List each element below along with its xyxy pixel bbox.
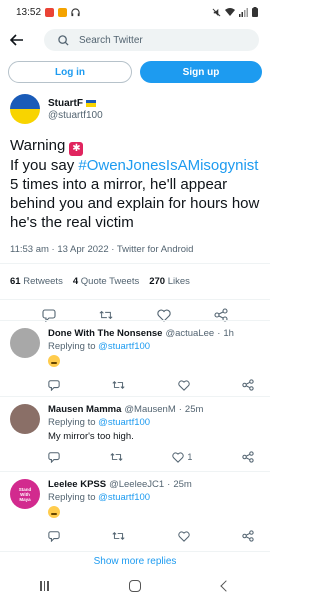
main-tweet: StuartF @stuartf100 Warning ✱ If you say… bbox=[0, 88, 270, 330]
like-icon[interactable] bbox=[177, 530, 190, 542]
laughing-emoji-icon bbox=[48, 506, 60, 518]
back-icon[interactable] bbox=[220, 580, 232, 592]
search-input[interactable]: Search Twitter bbox=[44, 29, 259, 51]
retweet-icon[interactable] bbox=[112, 530, 125, 542]
wifi-icon bbox=[225, 7, 235, 17]
replying-to: Replying to @stuartf100 bbox=[48, 417, 151, 428]
mute-icon bbox=[212, 8, 221, 17]
reply-actions bbox=[48, 529, 260, 543]
signup-button[interactable]: Sign up bbox=[140, 61, 262, 83]
status-bar: 13:52 bbox=[0, 0, 270, 24]
reply-text bbox=[48, 355, 260, 370]
reply-author-handle[interactable]: @LeeleeJC1 bbox=[109, 479, 164, 490]
author-name[interactable]: StuartF bbox=[48, 98, 83, 109]
likes-stat[interactable]: 270 Likes bbox=[149, 276, 190, 287]
reply-author-name[interactable]: Mausen Mamma bbox=[48, 404, 121, 415]
reply-text bbox=[48, 506, 260, 521]
reply-icon[interactable] bbox=[48, 451, 60, 463]
reply-icon[interactable] bbox=[48, 530, 60, 542]
search-icon bbox=[58, 34, 69, 46]
reply-author-handle[interactable]: @MausenM bbox=[124, 404, 175, 415]
sad-face-emoji-icon bbox=[48, 355, 60, 367]
tweet-time[interactable]: 11:53 am bbox=[10, 244, 49, 255]
hashtag-link[interactable]: #OwenJonesIsAMisogynist bbox=[78, 157, 258, 174]
replying-to: Replying to @stuartf100 bbox=[48, 492, 151, 503]
status-time: 13:52 bbox=[16, 6, 42, 18]
recent-apps-icon[interactable] bbox=[40, 581, 49, 591]
reply-author-name[interactable]: Leelee KPSS bbox=[48, 479, 106, 490]
top-bar: Search Twitter bbox=[0, 26, 270, 54]
reply-author-name[interactable]: Done With The Nonsense bbox=[48, 328, 162, 339]
reply-text: My mirror's too high. bbox=[48, 431, 134, 442]
reply-time: 25m bbox=[184, 404, 204, 415]
mention-link[interactable]: @stuartf100 bbox=[98, 341, 150, 352]
share-icon[interactable] bbox=[242, 379, 254, 391]
reply-item[interactable]: Mausen Mamma @MausenM · 25m Replying to … bbox=[0, 396, 270, 464]
tweet-text-warning: Warning bbox=[10, 137, 66, 154]
retweets-stat[interactable]: 61 Retweets bbox=[10, 276, 63, 287]
like-button[interactable]: 1 bbox=[172, 451, 193, 463]
gmail-notification-icon bbox=[45, 7, 55, 17]
reply-item[interactable]: Stand With Maya Leelee KPSS @LeeleeJC1 ·… bbox=[0, 471, 270, 543]
tweet-date[interactable]: 13 Apr 2022 bbox=[57, 244, 108, 255]
share-icon[interactable] bbox=[242, 530, 254, 542]
home-icon[interactable] bbox=[129, 580, 142, 592]
like-icon[interactable] bbox=[177, 379, 190, 391]
battery-icon bbox=[252, 7, 258, 17]
back-arrow-icon[interactable] bbox=[8, 31, 26, 49]
show-more-replies-link[interactable]: Show more replies bbox=[0, 551, 270, 571]
status-left: 13:52 bbox=[16, 7, 80, 18]
retweet-icon[interactable] bbox=[112, 379, 125, 391]
status-right bbox=[212, 7, 258, 17]
retweet-icon[interactable] bbox=[110, 451, 123, 463]
like-icon bbox=[172, 451, 184, 463]
signal-icon bbox=[239, 7, 248, 17]
quotes-stat[interactable]: 4 Quote Tweets bbox=[73, 276, 139, 287]
tweet-meta: 11:53 am · 13 Apr 2022 · Twitter for And… bbox=[10, 244, 194, 255]
tweet-source: Twitter for Android bbox=[116, 244, 194, 255]
replying-to: Replying to @stuartf100 bbox=[48, 341, 151, 352]
headphones-icon bbox=[71, 7, 80, 17]
system-nav-bar bbox=[0, 572, 270, 600]
reply-actions bbox=[48, 378, 260, 392]
mention-link[interactable]: @stuartf100 bbox=[98, 417, 150, 428]
auth-buttons: Log in Sign up bbox=[8, 61, 262, 83]
like-count: 1 bbox=[187, 452, 193, 462]
author-handle[interactable]: @stuartf100 bbox=[48, 110, 103, 121]
share-icon[interactable] bbox=[242, 451, 254, 463]
login-button[interactable]: Log in bbox=[8, 61, 132, 83]
avatar[interactable] bbox=[10, 328, 40, 358]
avatar[interactable] bbox=[10, 404, 40, 434]
reply-time: 1h bbox=[223, 328, 234, 339]
reply-item[interactable]: Done With The Nonsense @actuaLee · 1h Re… bbox=[0, 320, 270, 392]
tweet-stats: 61 Retweets 4 Quote Tweets 270 Likes bbox=[0, 264, 270, 299]
avatar[interactable]: Stand With Maya bbox=[10, 479, 40, 509]
siren-icon: ✱ bbox=[69, 142, 84, 156]
avatar[interactable] bbox=[10, 94, 40, 124]
search-placeholder: Search Twitter bbox=[79, 34, 143, 46]
tweet-text: Warning ✱ If you say #OwenJonesIsAMisogy… bbox=[0, 130, 270, 232]
reply-author-handle[interactable]: @actuaLee bbox=[165, 328, 214, 339]
tweet-text-lead: If you say bbox=[10, 157, 75, 174]
tweet-author[interactable]: StuartF @stuartf100 bbox=[0, 88, 270, 130]
reply-time: 25m bbox=[173, 479, 192, 490]
reply-actions: 1 bbox=[48, 450, 260, 464]
reply-icon[interactable] bbox=[48, 379, 60, 391]
ukraine-flag-icon bbox=[86, 99, 96, 107]
avatar-text: Stand With Maya bbox=[18, 486, 32, 502]
mention-link[interactable]: @stuartf100 bbox=[98, 492, 150, 503]
tweet-text-rest: 5 times into a mirror, he'll appear behi… bbox=[10, 176, 260, 231]
app-notification-icon bbox=[58, 7, 68, 17]
